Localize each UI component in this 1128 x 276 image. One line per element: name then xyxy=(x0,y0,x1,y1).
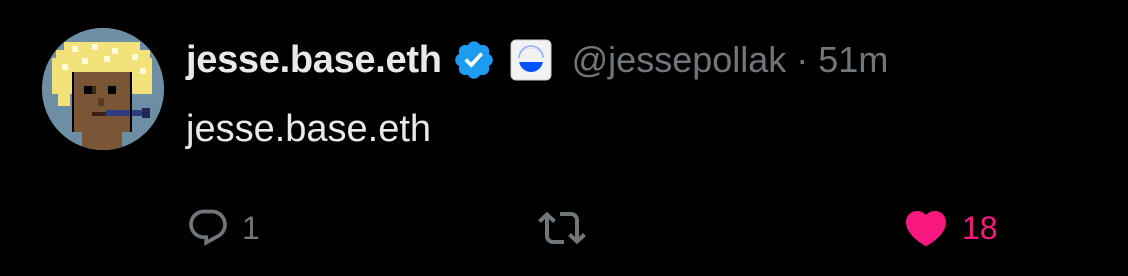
like-button[interactable]: 18 xyxy=(902,200,998,256)
retweet-icon xyxy=(538,211,586,245)
retweet-button[interactable] xyxy=(538,200,586,256)
heart-icon xyxy=(905,211,947,247)
verified-badge-icon[interactable] xyxy=(452,38,496,82)
timestamp[interactable]: 51m xyxy=(818,39,888,81)
reply-icon xyxy=(189,209,227,246)
avatar-pixel-art xyxy=(42,28,164,150)
affiliate-badge-icon[interactable] xyxy=(510,39,552,81)
display-name[interactable]: jesse.base.eth xyxy=(186,39,442,82)
tweet-header: jesse.base.eth @jessepollak · 51m xyxy=(186,30,888,90)
reply-count: 1 xyxy=(242,209,260,246)
tweet-actions: 1 18 xyxy=(186,200,1086,256)
tweet-card[interactable]: jesse.base.eth @jessepollak · 51m jesse.… xyxy=(0,0,1128,276)
separator-dot: · xyxy=(796,39,809,80)
tweet-text: jesse.base.eth xyxy=(186,108,432,150)
avatar[interactable] xyxy=(42,28,164,150)
like-count: 18 xyxy=(962,209,998,246)
reply-button[interactable]: 1 xyxy=(186,200,260,256)
user-handle[interactable]: @jessepollak xyxy=(572,39,787,81)
